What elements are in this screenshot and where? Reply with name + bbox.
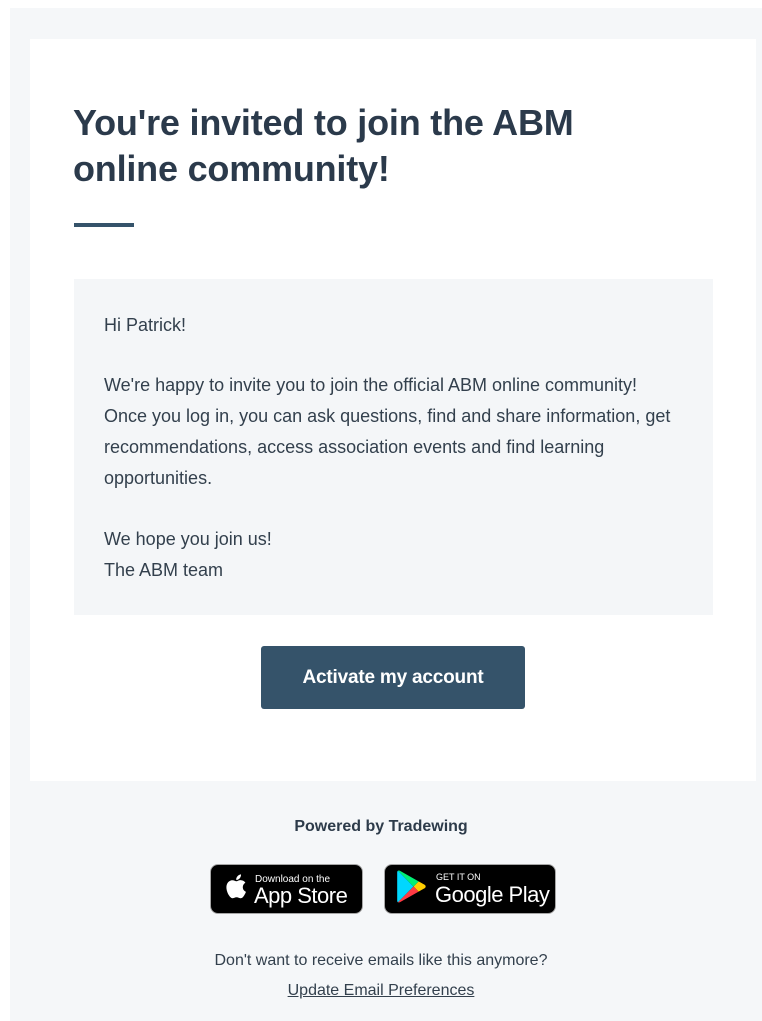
google-play-badge[interactable]: GET IT ON Google Play bbox=[384, 864, 556, 914]
greeting-text: Hi Patrick! bbox=[104, 315, 187, 335]
google-play-icon bbox=[396, 870, 428, 909]
activate-account-button[interactable]: Activate my account bbox=[261, 646, 525, 709]
headline-divider bbox=[74, 223, 134, 227]
app-store-label: App Store bbox=[254, 883, 348, 908]
unsubscribe-text: Don't want to receive emails like this a… bbox=[214, 952, 548, 969]
update-email-preferences-link[interactable]: Update Email Preferences bbox=[288, 982, 475, 999]
app-store-badge[interactable]: Download on the App Store bbox=[210, 864, 363, 914]
signature-text: The ABM team bbox=[104, 560, 224, 580]
powered-by-text: Powered by Tradewing bbox=[294, 818, 468, 835]
google-play-label: Google Play bbox=[435, 882, 550, 907]
invitation-body-text: We're happy to invite you to join the of… bbox=[104, 375, 671, 488]
email-headline: You're invited to join the ABM online co… bbox=[73, 102, 574, 189]
closing-text: We hope you join us! bbox=[104, 529, 272, 549]
preferences-link-container: Update Email Preferences bbox=[0, 982, 762, 1000]
apple-icon bbox=[223, 872, 247, 906]
